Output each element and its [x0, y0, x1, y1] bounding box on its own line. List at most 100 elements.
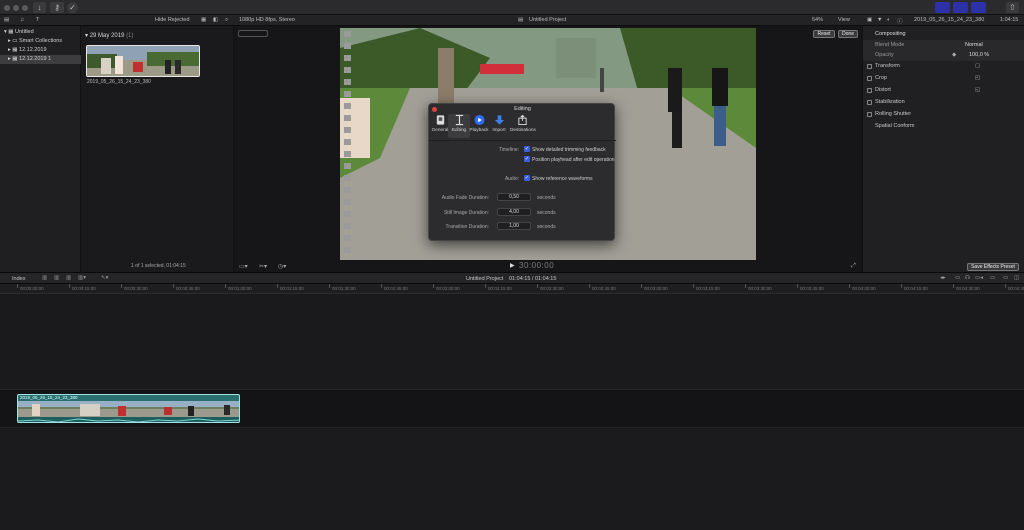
show-inspector-button[interactable] — [971, 2, 986, 13]
ruler-tick-mark — [225, 284, 226, 288]
position-playhead-checkbox[interactable]: ✓ — [524, 156, 530, 162]
inspector-filter-icon[interactable]: ▼ — [877, 17, 882, 23]
inspector-info-icon[interactable]: ⓘ — [897, 17, 903, 25]
libraries-icon[interactable]: ▤ — [4, 17, 9, 23]
stabilization-row[interactable]: Stabilization — [863, 97, 1024, 108]
ruler-tick-mark — [797, 284, 798, 288]
crop-onscreen-icon[interactable]: ◰ — [975, 73, 980, 84]
index-button[interactable]: Index — [12, 276, 25, 282]
dialog-title: Editing — [514, 106, 531, 112]
show-browser-button[interactable] — [935, 2, 950, 13]
secondary-toolbar: ▤ ♫ T Hide Rejected ▦ ◧ ⌕ 1080p HD 8fps,… — [0, 15, 1024, 26]
still-image-stepper[interactable]: 4,00 — [497, 208, 531, 216]
audio-skimming-icon[interactable]: ◂▸ — [940, 275, 946, 281]
ruler-tick-label: 00:00:15:00 — [72, 286, 96, 291]
opacity-slider[interactable]: ◆ — [952, 50, 956, 61]
insert-icon[interactable]: ▥ — [66, 275, 71, 281]
date-group-header[interactable]: ▾ 29 May 2019 (1) — [85, 32, 133, 39]
zoom-window-button[interactable] — [22, 5, 28, 11]
play-button[interactable]: ▶ — [510, 262, 515, 269]
show-timeline-button[interactable] — [953, 2, 968, 13]
import-arrow-icon[interactable]: ↓ — [33, 2, 46, 13]
timeline-ruler[interactable]: 00:00:00:00 00:00:15:00 00:00:30:00 00:00:4… — [0, 284, 1024, 294]
snapping-icon[interactable]: ▭◂ — [975, 275, 983, 281]
key-icon[interactable]: ⚷ — [50, 2, 64, 13]
tab-playback[interactable]: Playback — [468, 114, 490, 138]
transform-label: Transform — [875, 63, 900, 69]
headphones-icon[interactable]: ☊ — [965, 275, 970, 281]
check-circle-icon[interactable]: ✓ — [67, 2, 78, 13]
rolling-shutter-checkbox[interactable] — [867, 112, 872, 117]
audio-fade-unit: seconds — [537, 195, 556, 201]
rolling-shutter-row[interactable]: Rolling Shutter — [863, 109, 1024, 120]
solo-icon[interactable]: ▭ — [955, 275, 960, 281]
format-label: 1080p HD 8fps, Stereo — [239, 17, 295, 23]
library-item-label: Untitled — [15, 29, 34, 35]
library-item-event-1[interactable]: ▸ ▦ 12.12.2019 — [0, 46, 81, 55]
hide-rejected-select[interactable]: Hide Rejected — [155, 17, 190, 23]
view-menu[interactable]: View — [838, 17, 850, 23]
overwrite-icon[interactable]: ▥▾ — [78, 275, 86, 281]
reset-button[interactable]: Reset — [813, 30, 835, 38]
distort-checkbox[interactable] — [867, 88, 872, 93]
clip-connections-icon[interactable]: ▥ — [42, 275, 47, 281]
transform-row[interactable]: Transform ▢ — [863, 61, 1024, 72]
transform-tool-icon[interactable]: ✂▾ — [259, 263, 267, 270]
ruler-tick-mark — [173, 284, 174, 288]
timeline-clip[interactable]: 2019_05_26_15_24_23_380 — [17, 394, 240, 423]
audio-fade-stepper[interactable]: 0,50 — [497, 193, 531, 201]
transition-value: 1,00 — [509, 223, 519, 229]
search-icon[interactable]: ⌕ — [225, 17, 228, 24]
tab-destinations[interactable]: Destinations — [510, 114, 536, 138]
tab-import[interactable]: Import — [488, 114, 510, 138]
project-icon: ▤ — [518, 17, 524, 23]
inspector-video-icon[interactable]: ▣ — [867, 17, 872, 23]
tab-editing[interactable]: Editing — [448, 114, 470, 138]
transform-checkbox[interactable] — [867, 64, 872, 69]
transform-onscreen-icon[interactable]: ▢ — [975, 61, 980, 72]
library-item-event-2[interactable]: ▸ ▦ 12.12.2019 1 — [0, 55, 81, 64]
opacity-value[interactable]: 100,0 % — [969, 50, 989, 61]
clip-appearance-icon[interactable]: ▦ — [201, 17, 206, 23]
minimize-window-button[interactable] — [13, 5, 19, 11]
photos-icon[interactable]: ♫ — [20, 17, 24, 23]
detailed-trimming-checkbox[interactable]: ✓ — [524, 146, 530, 152]
viewer-options-icon[interactable]: ▭▾ — [239, 263, 248, 270]
inspector: Reset Done Compositing Blend Mode Normal… — [813, 26, 1024, 272]
reference-waveforms-checkbox[interactable]: ✓ — [524, 175, 530, 181]
viewer-transform-controls[interactable] — [238, 30, 268, 37]
effects-browser-icon[interactable]: ◫ — [1014, 275, 1019, 281]
distort-row[interactable]: Distort ◱ — [863, 85, 1024, 96]
spatial-conform-row[interactable]: Spatial Conform — [863, 121, 1024, 132]
clip-appearance-icon[interactable]: ▭ — [990, 275, 995, 281]
done-button[interactable]: Done — [838, 30, 858, 38]
save-effects-preset-button[interactable]: Save Effects Preset — [967, 263, 1019, 271]
library-item-smart-collections[interactable]: ▸ ▭ Smart Collections — [0, 37, 81, 46]
ruler-tick-mark — [693, 284, 694, 288]
append-icon[interactable]: ▥ — [54, 275, 59, 281]
fullscreen-icon[interactable]: ⤢ — [851, 263, 856, 270]
opacity-label: Opacity — [875, 52, 894, 58]
distort-onscreen-icon[interactable]: ◱ — [975, 85, 980, 96]
stabilization-checkbox[interactable] — [867, 100, 872, 105]
filter-icon[interactable]: ◧ — [213, 17, 218, 23]
zoom-select[interactable]: 54% — [812, 17, 823, 23]
speed-icon[interactable]: ◷▾ — [278, 263, 286, 270]
select-tool-icon[interactable]: ↖▾ — [101, 275, 108, 281]
crop-row[interactable]: Crop ◰ — [863, 73, 1024, 84]
inspector-color-icon[interactable]: ◐ — [887, 17, 890, 23]
timeline-area[interactable]: 2019_05_26_15_24_23_380 — [0, 294, 1024, 530]
tab-general-label: General — [431, 127, 449, 132]
transition-stepper[interactable]: 1,00 — [497, 222, 531, 230]
ruler-tick-label: 00:03:15:00 — [696, 286, 720, 291]
ruler-tick-mark — [901, 284, 902, 288]
ruler-tick-label: 00:03:45:00 — [800, 286, 824, 291]
crop-checkbox[interactable] — [867, 76, 872, 81]
share-icon[interactable]: ⇧ — [1006, 2, 1019, 13]
titles-icon[interactable]: T — [36, 17, 39, 23]
library-item-untitled[interactable]: ▾ ▦ Untitled — [0, 28, 81, 37]
clip-thumbnail[interactable] — [86, 45, 200, 77]
close-window-button[interactable] — [4, 5, 10, 11]
dialog-divider — [429, 140, 616, 141]
timeline-zoom-icon[interactable]: ▭ — [1003, 275, 1008, 281]
